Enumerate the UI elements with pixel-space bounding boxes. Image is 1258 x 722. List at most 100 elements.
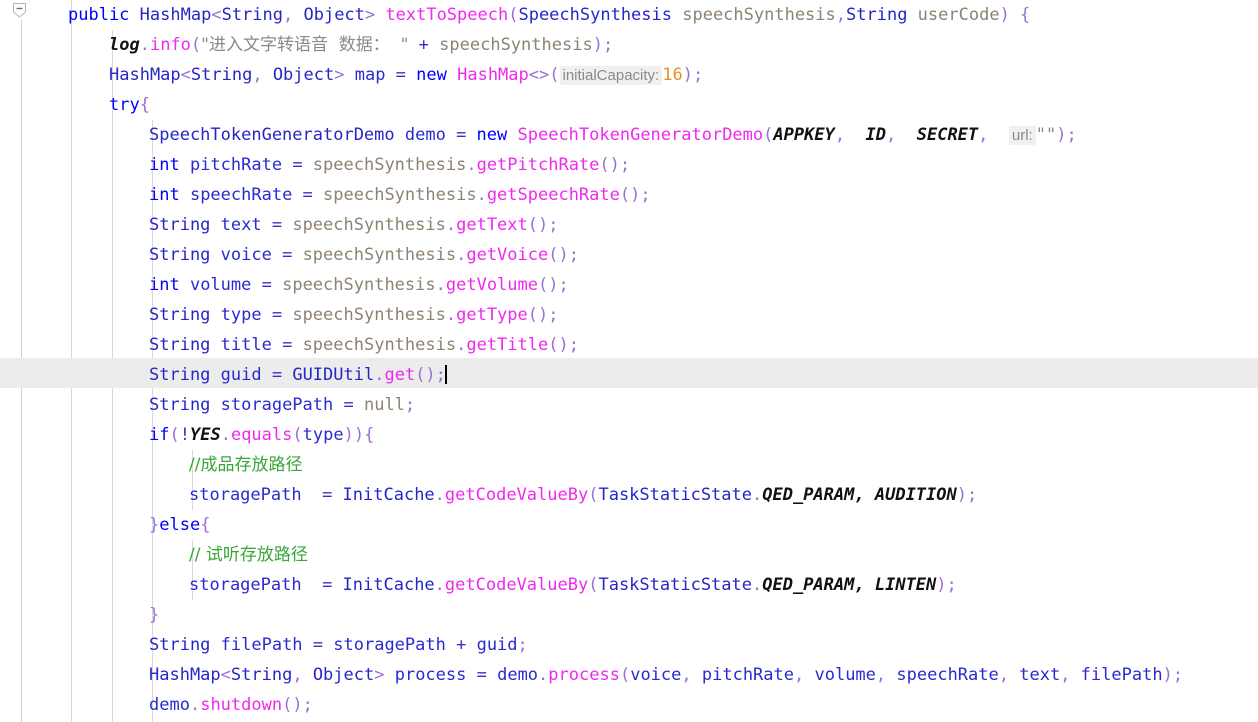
- token-operator: =: [271, 245, 303, 265]
- code-line-comment[interactable]: // 试听存放路径: [189, 540, 308, 570]
- token-punct: .: [435, 275, 446, 295]
- code-line[interactable]: String type = speechSynthesis.getType();: [149, 300, 559, 330]
- token-parameter: speechSynthesis: [672, 5, 836, 25]
- token-operator: +: [408, 35, 440, 55]
- token-punct: ;: [967, 485, 978, 505]
- code-line[interactable]: if(!YES.equals(type)){: [149, 420, 374, 450]
- token-operator: =: [333, 395, 364, 415]
- token-punct: (: [292, 425, 303, 445]
- token-punct: (: [619, 665, 631, 685]
- code-line[interactable]: String voice = speechSynthesis.getVoice(…: [149, 240, 579, 270]
- token-type: String: [190, 65, 253, 85]
- token-type: InitCache: [342, 575, 435, 595]
- token-method: getCodeValueBy: [444, 485, 589, 505]
- code-line[interactable]: String storagePath = null;: [149, 390, 415, 420]
- code-line[interactable]: }: [149, 600, 159, 630]
- token-static-final: LINTEN: [874, 575, 937, 595]
- code-line[interactable]: int pitchRate = speechSynthesis.getPitch…: [149, 150, 630, 180]
- token-punct: .: [374, 365, 385, 385]
- token-punct: {: [364, 425, 375, 445]
- code-content[interactable]: public HashMap<String, Object> textToSpe…: [0, 0, 1258, 722]
- token-keyword: int: [149, 275, 180, 295]
- token-static-final: QED_PARAM: [762, 575, 855, 595]
- token-punct: .: [445, 215, 457, 235]
- token-keyword: else: [159, 515, 201, 535]
- token-variable: storagePath: [189, 485, 302, 505]
- code-line[interactable]: String title = speechSynthesis.getTitle(…: [149, 330, 579, 360]
- token-variable: type: [302, 425, 344, 445]
- token-punct: }: [149, 515, 160, 535]
- token-punct: ): [682, 65, 693, 85]
- token-punct: ): [956, 485, 967, 505]
- token-punct: ,: [794, 665, 815, 685]
- code-line[interactable]: int speechRate = speechSynthesis.getSpee…: [149, 180, 651, 210]
- token-punct: .: [189, 695, 201, 715]
- token-punct: {: [1009, 5, 1031, 25]
- token-punct: <: [180, 65, 191, 85]
- token-punct: .: [476, 185, 487, 205]
- code-line[interactable]: storagePath = InitCache.getCodeValueBy(T…: [189, 570, 957, 600]
- token-operator: +: [445, 635, 477, 655]
- parameter-hint-url: url:: [1008, 126, 1036, 145]
- code-line[interactable]: int volume = speechSynthesis.getVolume()…: [149, 270, 569, 300]
- token-type: String: [149, 245, 211, 265]
- token-punct: .: [538, 665, 549, 685]
- token-null-literal: null: [363, 395, 405, 415]
- token-punct: .: [752, 485, 763, 505]
- code-line[interactable]: }else{: [149, 510, 210, 540]
- code-line-active[interactable]: String guid = GUIDUtil.get();: [149, 360, 447, 390]
- code-line[interactable]: HashMap<String, Object> process = demo.p…: [149, 660, 1183, 690]
- token-punct: ;: [517, 635, 528, 655]
- token-variable: guid: [210, 365, 262, 385]
- token-punct: (): [415, 365, 436, 385]
- token-variable: demo: [497, 665, 539, 685]
- token-field: log: [109, 35, 140, 55]
- code-line[interactable]: public HashMap<String, Object> textToSpe…: [68, 0, 1030, 30]
- token-variable: volume: [814, 665, 876, 685]
- token-keyword: int: [149, 185, 180, 205]
- token-type: SpeechSynthesis: [518, 5, 672, 25]
- token-punct: ;: [692, 65, 704, 85]
- code-line[interactable]: SpeechTokenGeneratorDemo demo = new Spee…: [149, 120, 1077, 150]
- token-variable: map: [354, 65, 386, 85]
- token-variable: type: [210, 305, 262, 325]
- token-variable: title: [210, 335, 272, 355]
- token-punct: >: [374, 665, 395, 685]
- code-line[interactable]: HashMap<String, Object> map = new HashMa…: [109, 60, 703, 90]
- token-punct: (: [549, 65, 560, 85]
- token-method: getText: [456, 215, 528, 235]
- token-variable: pitchRate: [701, 665, 794, 685]
- token-punct: ;: [1172, 665, 1184, 685]
- token-operator: =: [445, 125, 477, 145]
- token-punct: ;: [568, 335, 579, 355]
- code-line-comment[interactable]: //成品存放路径: [189, 450, 302, 480]
- token-type: String: [149, 215, 211, 235]
- token-variable: storagePath: [333, 635, 446, 655]
- token-static-final: ,: [854, 485, 875, 505]
- token-punct: <: [211, 5, 222, 25]
- token-variable: volume: [179, 275, 252, 295]
- token-variable: speechRate: [896, 665, 999, 685]
- code-line[interactable]: demo.shutdown();: [149, 690, 313, 720]
- code-line[interactable]: try{: [109, 90, 150, 120]
- code-line[interactable]: String filePath = storagePath + guid;: [149, 630, 528, 660]
- token-punct: ,: [283, 5, 304, 25]
- code-line[interactable]: storagePath = InitCache.getCodeValueBy(T…: [189, 480, 977, 510]
- token-variable: storagePath: [189, 575, 302, 595]
- token-operator: =: [261, 365, 293, 385]
- token-punct: (: [588, 485, 599, 505]
- code-line[interactable]: log.info("进入文字转语音 数据： " + speechSynthesi…: [109, 30, 613, 60]
- code-line[interactable]: String text = speechSynthesis.getText();: [149, 210, 559, 240]
- token-type: String: [846, 5, 908, 25]
- token-operator: =: [292, 185, 324, 205]
- token-punct: ,: [978, 125, 1009, 145]
- token-punct: (): [548, 335, 569, 355]
- token-variable: process: [394, 665, 467, 685]
- code-editor[interactable]: public HashMap<String, Object> textToSpe…: [0, 0, 1258, 722]
- token-punct: ;: [404, 395, 416, 415]
- token-constructor: HashMap: [457, 65, 529, 85]
- token-punct: ,: [292, 665, 313, 685]
- token-punct: ): [999, 5, 1010, 25]
- token-punct: ,: [252, 65, 273, 85]
- token-punct: (: [763, 125, 774, 145]
